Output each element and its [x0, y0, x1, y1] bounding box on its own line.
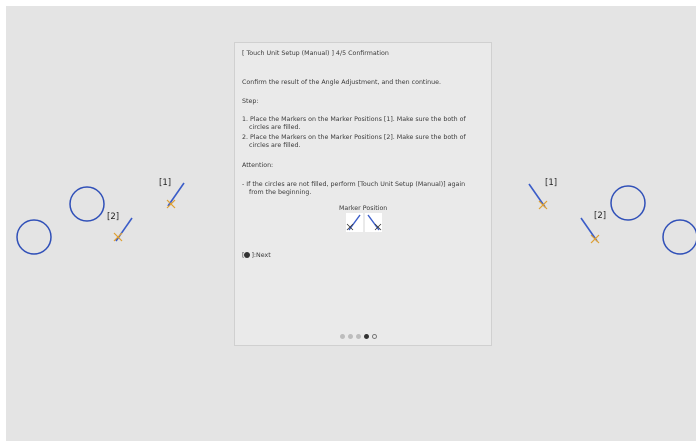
step-2-text: 2. Place the Markers on the Marker Posit… [242, 134, 466, 149]
next-hint[interactable]: []:Next [242, 252, 271, 260]
page-dot-current [364, 334, 369, 339]
marker-panel-1 [346, 213, 363, 232]
page-dot [372, 334, 377, 339]
marker-diagonal-icon [346, 214, 361, 231]
touch-unit-setup-dialog: [ Touch Unit Setup (Manual) ] 4/5 Confir… [234, 42, 492, 346]
attention-heading: Attention: [242, 162, 274, 169]
target-circle [662, 219, 696, 255]
target-circle [69, 186, 105, 222]
step-1-text: 1. Place the Markers on the Marker Posit… [242, 116, 466, 131]
check-circle-icon [244, 252, 251, 258]
page-dot [356, 334, 361, 339]
step-heading: Step: [242, 98, 259, 105]
marker-label-1-right: [1] [545, 178, 558, 188]
page-dot [348, 334, 353, 339]
marker-label-2-right: [2] [594, 211, 607, 221]
marker-position-diagram [344, 213, 384, 233]
target-circle [610, 185, 646, 221]
marker-position-2-right [580, 217, 600, 244]
page-dot [340, 334, 345, 339]
marker-label-2-left: [2] [107, 212, 120, 222]
intro-text: Confirm the result of the Angle Adjustme… [242, 79, 442, 86]
marker-label-1-left: [1] [159, 178, 172, 188]
marker-diagonal-icon [367, 214, 382, 231]
target-circle [16, 219, 52, 255]
dialog-title: [ Touch Unit Setup (Manual) ] 4/5 Confir… [242, 50, 389, 57]
marker-panel-2 [365, 213, 382, 232]
marker-position-label: Marker Position [339, 205, 388, 212]
attention-text: - If the circles are not filled, perform… [242, 181, 466, 196]
next-label: ]:Next [251, 252, 271, 259]
page-indicator [340, 334, 377, 340]
